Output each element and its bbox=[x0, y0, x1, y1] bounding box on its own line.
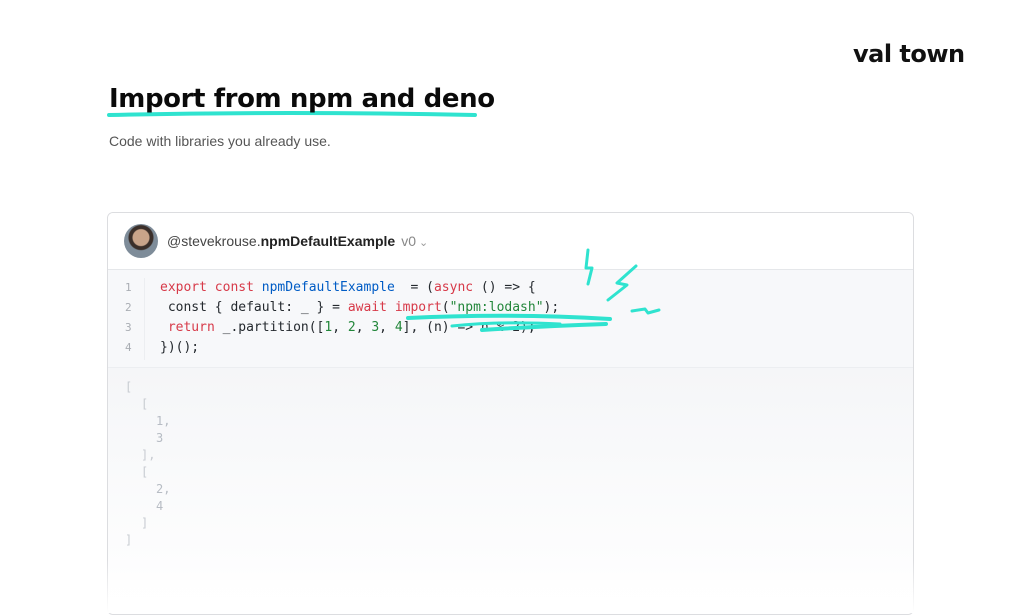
code-token: ], (n) => n % 2); bbox=[402, 320, 536, 335]
output-line: ] bbox=[125, 533, 133, 547]
code-token: })(); bbox=[160, 340, 200, 355]
code-editor[interactable]: 1234 export const npmDefaultExample = (a… bbox=[108, 270, 913, 368]
code-line: return _.partition([1, 2, 3, 4], (n) => … bbox=[160, 320, 536, 335]
line-number: 2 bbox=[125, 301, 132, 314]
val-card-header: @stevekrouse.npmDefaultExample v0 ⌄ bbox=[108, 213, 913, 270]
code-token: await bbox=[347, 300, 395, 315]
output-line: ] bbox=[141, 516, 149, 530]
code-token: ( bbox=[441, 300, 450, 315]
code-token: ); bbox=[543, 300, 560, 315]
output-line: 1, bbox=[156, 414, 171, 428]
val-card: @stevekrouse.npmDefaultExample v0 ⌄ 1234 e… bbox=[107, 212, 914, 615]
code-token: = ( bbox=[394, 280, 434, 295]
code-token: , bbox=[355, 320, 372, 335]
code-token: npmDefaultExample bbox=[261, 280, 395, 295]
output-line: 2, bbox=[156, 482, 171, 496]
code-token: , bbox=[332, 320, 348, 335]
code-line: })(); bbox=[160, 340, 199, 355]
page-title-text: Import from npm and deno bbox=[109, 84, 495, 114]
code-token: export bbox=[160, 280, 215, 295]
code-token: () => { bbox=[473, 280, 536, 295]
output-line: 3 bbox=[156, 431, 164, 445]
output-line: ], bbox=[141, 448, 156, 462]
avatar[interactable] bbox=[124, 224, 158, 258]
code-token: const bbox=[214, 280, 262, 295]
line-number: 1 bbox=[125, 281, 132, 294]
val-town-logo[interactable]: val town bbox=[853, 40, 965, 68]
val-username[interactable]: @stevekrouse. bbox=[167, 233, 261, 249]
code-token: "npm:lodash" bbox=[449, 300, 544, 315]
code-token: return bbox=[160, 320, 223, 335]
val-handle[interactable]: @stevekrouse.npmDefaultExample v0 ⌄ bbox=[167, 233, 428, 249]
code-token: async bbox=[433, 280, 474, 295]
page-title: Import from npm and deno bbox=[107, 84, 495, 117]
output-line: [ bbox=[141, 465, 149, 479]
output-line: 4 bbox=[156, 499, 164, 513]
code-token: , bbox=[379, 320, 395, 335]
version-select[interactable]: v0 bbox=[401, 233, 416, 249]
output-line: [ bbox=[125, 380, 133, 394]
code-token: 3 bbox=[371, 320, 380, 335]
output-line: [ bbox=[141, 397, 149, 411]
bottom-fade bbox=[107, 560, 914, 613]
val-name[interactable]: npmDefaultExample bbox=[261, 233, 396, 249]
code-line: export const npmDefaultExample = (async … bbox=[160, 280, 536, 295]
page-subtitle: Code with libraries you already use. bbox=[109, 133, 331, 149]
code-token: 4 bbox=[394, 320, 403, 335]
code-token: _.partition([ bbox=[222, 320, 325, 335]
code-token: 2 bbox=[347, 320, 356, 335]
code-line: const { default: _ } = await import("npm… bbox=[160, 300, 559, 315]
line-number: 4 bbox=[125, 341, 132, 354]
code-token: import bbox=[394, 300, 442, 315]
chevron-down-icon[interactable]: ⌄ bbox=[419, 237, 428, 249]
line-number: 3 bbox=[125, 321, 132, 334]
code-token: const { default: _ } = bbox=[160, 300, 348, 315]
